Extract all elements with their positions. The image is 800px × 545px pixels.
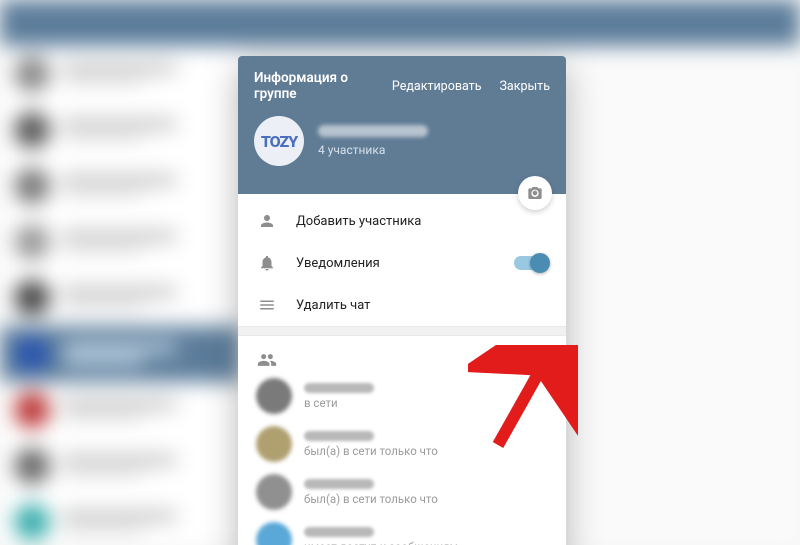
notifications-row[interactable]: Уведомления: [238, 242, 566, 284]
section-divider: [238, 326, 566, 336]
person-icon: [256, 212, 278, 230]
camera-icon: [527, 185, 543, 201]
member-status: был(а) в сети только что: [304, 492, 548, 506]
notifications-toggle[interactable]: [514, 256, 548, 270]
modal-title: Информация о группе: [254, 70, 392, 102]
member-name-blurred: [304, 431, 374, 441]
member-status: в сети: [304, 396, 548, 410]
member-row[interactable]: в сети: [238, 372, 566, 420]
member-status: имеет доступ к сообщениям: [304, 540, 548, 545]
add-member-row[interactable]: Добавить участника: [238, 200, 566, 242]
group-avatar[interactable]: TOZY: [254, 116, 304, 166]
member-status: был(а) в сети только что: [304, 444, 548, 458]
menu-icon: [256, 296, 278, 314]
group-info-modal: Информация о группе Редактировать Закрыт…: [238, 56, 566, 545]
group-name-blurred: [318, 125, 428, 137]
member-row[interactable]: имеет доступ к сообщениям: [238, 516, 566, 545]
member-name-blurred: [304, 383, 374, 393]
modal-header: Информация о группе Редактировать Закрыт…: [238, 56, 566, 194]
edit-link[interactable]: Редактировать: [392, 79, 482, 94]
leave-link[interactable]: Покинуть: [490, 353, 548, 368]
add-member-label: Добавить участника: [296, 214, 548, 229]
delete-chat-row[interactable]: Удалить чат: [238, 284, 566, 326]
member-name-blurred: [304, 479, 374, 489]
camera-button[interactable]: [518, 176, 552, 210]
member-name-blurred: [304, 527, 374, 537]
people-icon: [256, 350, 278, 370]
members-section: Покинуть в сети был(а) в сети только что…: [238, 336, 566, 545]
group-members-count: 4 участника: [318, 143, 428, 157]
member-row[interactable]: был(а) в сети только что: [238, 468, 566, 516]
delete-chat-label: Удалить чат: [296, 298, 548, 313]
group-avatar-text: TOZY: [261, 132, 297, 151]
member-row[interactable]: был(а) в сети только что: [238, 420, 566, 468]
close-link[interactable]: Закрыть: [499, 79, 550, 94]
notifications-label: Уведомления: [296, 256, 496, 271]
bell-icon: [256, 254, 278, 272]
